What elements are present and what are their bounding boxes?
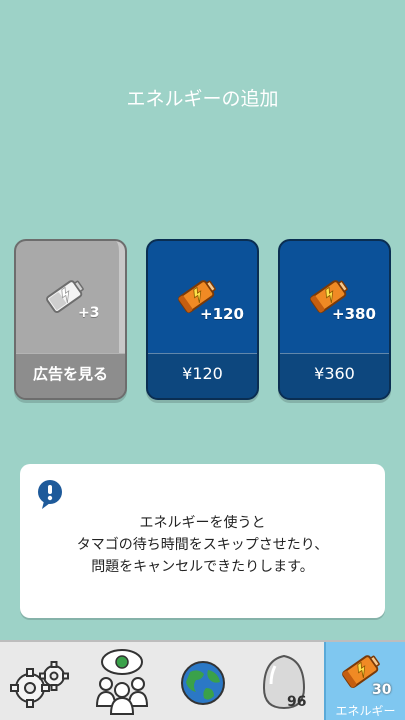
watch-ad-card[interactable]: +3 広告を見る: [14, 239, 127, 400]
egg-count: 96: [287, 694, 307, 710]
tab-settings[interactable]: [0, 642, 81, 720]
info-line: 問題をキャンセルできたりします。: [91, 559, 314, 575]
info-panel: エネルギーを使うと タマゴの待ち時間をスキップさせたり、 問題をキャンセルできた…: [20, 464, 385, 618]
tab-community[interactable]: [81, 642, 162, 720]
price-label: ¥120: [148, 353, 257, 398]
info-line: エネルギーを使うと: [139, 515, 266, 531]
energy-amount: +380: [332, 305, 376, 323]
energy-amount: +120: [200, 305, 244, 323]
info-line: タマゴの待ち時間をスキップさせたり、: [76, 537, 329, 553]
gears-icon: [10, 661, 69, 708]
watch-ad-label: 広告を見る: [16, 353, 125, 398]
info-text: エネルギーを使うと タマゴの待ち時間をスキップさせたり、 問題をキャンセルできた…: [20, 512, 385, 578]
buy-380-card[interactable]: +380 ¥360: [278, 239, 391, 400]
globe-icon: [181, 661, 225, 705]
price-label: ¥360: [280, 353, 389, 398]
tab-energy[interactable]: 30 エネルギー: [324, 642, 405, 720]
buy-120-card[interactable]: +120 ¥120: [146, 239, 259, 400]
tab-eggs[interactable]: 96: [243, 642, 324, 720]
info-bubble-icon: [38, 480, 62, 509]
energy-amount: +3: [78, 305, 100, 321]
page-title: エネルギーの追加: [126, 88, 279, 110]
energy-tab-label: エネルギー: [335, 704, 396, 718]
energy-count: 30: [372, 682, 392, 698]
bottom-tab-bar: 96 30 エネルギー: [0, 640, 405, 720]
people-icon: [95, 649, 149, 715]
tab-world[interactable]: [162, 642, 243, 720]
